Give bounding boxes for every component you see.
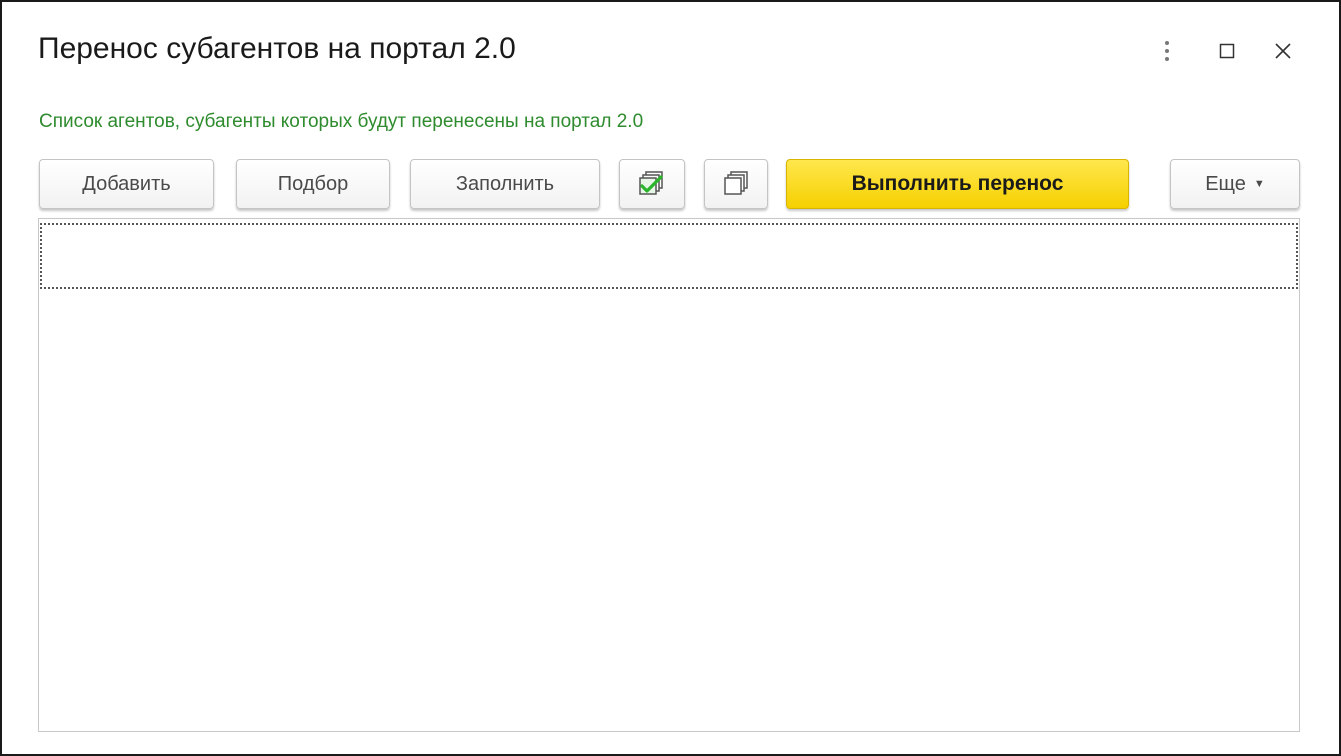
fill-button[interactable]: Заполнить — [410, 159, 600, 209]
dialog-window: Перенос субагентов на портал 2.0 Список … — [0, 0, 1341, 756]
chevron-down-icon: ▼ — [1253, 178, 1265, 190]
maximize-icon — [1219, 43, 1235, 59]
close-icon — [1275, 43, 1291, 59]
more-menu-button[interactable]: Еще ▼ — [1170, 159, 1300, 209]
pick-button[interactable]: Подбор — [236, 159, 390, 209]
maximize-button[interactable] — [1212, 36, 1242, 66]
execute-transfer-button[interactable]: Выполнить перенос — [786, 159, 1129, 209]
uncheck-all-button[interactable] — [704, 159, 768, 209]
uncheck-all-icon — [724, 171, 748, 195]
check-all-icon — [639, 171, 663, 195]
more-options-button[interactable] — [1152, 36, 1182, 66]
table-row[interactable] — [40, 223, 1298, 289]
close-button[interactable] — [1268, 36, 1298, 66]
more-vertical-icon — [1165, 41, 1169, 61]
window-title: Перенос субагентов на портал 2.0 — [38, 32, 516, 65]
more-menu-label: Еще — [1205, 172, 1246, 195]
add-button[interactable]: Добавить — [39, 159, 214, 209]
agents-table[interactable] — [38, 218, 1300, 732]
check-all-button[interactable] — [619, 159, 685, 209]
list-description: Список агентов, субагенты которых будут … — [39, 111, 644, 132]
